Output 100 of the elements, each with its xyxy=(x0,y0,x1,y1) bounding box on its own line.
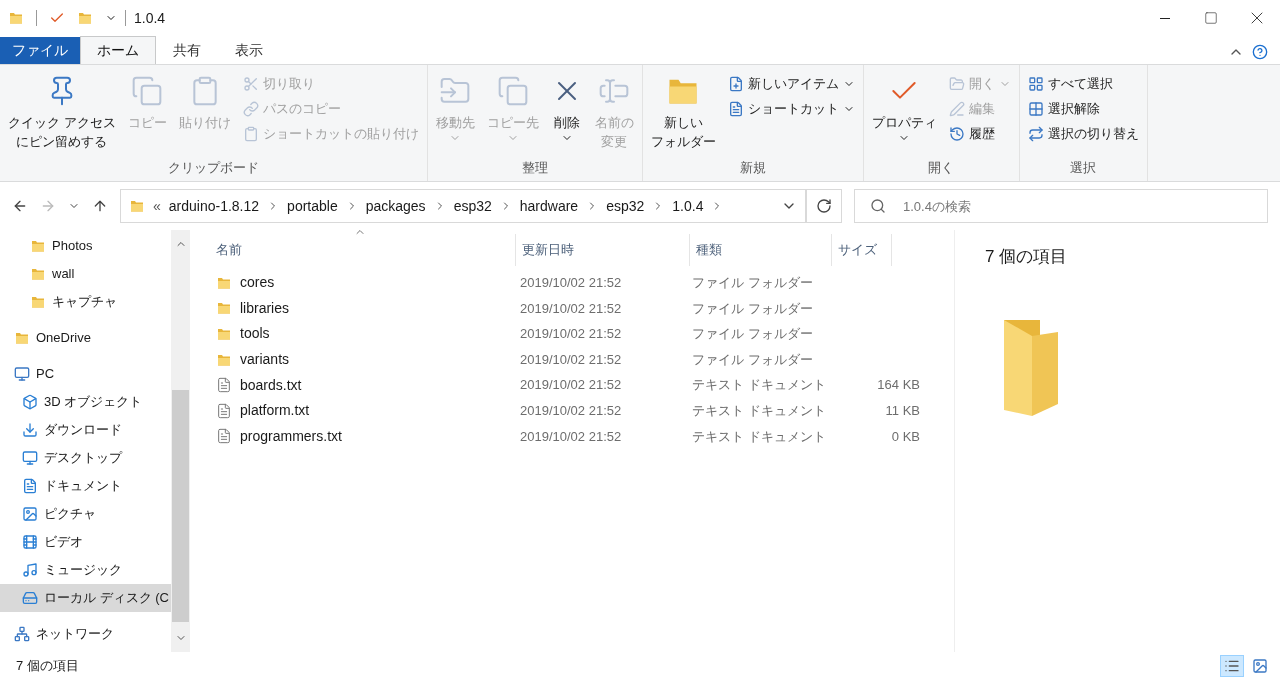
modified-cell-text: 2019/10/02 21:52 xyxy=(519,274,623,293)
modified-cell-text: 2019/10/02 21:52 xyxy=(519,325,623,344)
group-label: 新規 xyxy=(738,158,767,177)
type-cell-text: ファイル フォルダー xyxy=(691,274,814,293)
ribbon-button[interactable]: クイック アクセス にピン留めする xyxy=(4,69,120,158)
folder-icon xyxy=(30,294,46,310)
ribbon-button[interactable]: プロパティ xyxy=(867,69,941,158)
folder-icon xyxy=(216,326,232,342)
nav-icon xyxy=(22,394,38,410)
file-row[interactable]: variants 2019/10/02 21:52 ファイル フォルダー xyxy=(210,346,954,373)
nav-item[interactable]: ドキュメント xyxy=(0,472,171,500)
nav-item[interactable]: ネットワーク xyxy=(0,620,171,648)
details-icon xyxy=(1224,658,1240,674)
back-icon[interactable] xyxy=(12,198,28,214)
ribbon-button[interactable]: 選択の切り替え xyxy=(1023,123,1143,145)
scissors-icon xyxy=(242,76,259,92)
nav-item[interactable]: wall xyxy=(0,260,171,288)
up-icon[interactable] xyxy=(92,198,108,214)
ribbon-button[interactable]: 選択解除 xyxy=(1023,98,1143,120)
scrollbar[interactable] xyxy=(171,230,190,652)
breadcrumb[interactable]: portable xyxy=(287,195,338,217)
file-row[interactable]: programmers.txt 2019/10/02 21:52 テキスト ドキュメント 0 KB xyxy=(210,423,954,450)
column-header[interactable]: 名前 xyxy=(210,234,516,266)
forward-icon[interactable] xyxy=(40,198,56,214)
nav-item[interactable]: OneDrive xyxy=(0,324,171,352)
folder-icon xyxy=(14,330,30,346)
network-icon xyxy=(14,626,30,642)
pc-icon xyxy=(14,366,30,382)
file-name: platform.txt xyxy=(240,401,310,421)
type-cell-text: ファイル フォルダー xyxy=(691,350,814,369)
breadcrumb[interactable]: arduino-1.8.12 xyxy=(168,195,260,217)
nav-item[interactable]: デスクトップ xyxy=(0,444,171,472)
type-cell-text: テキスト ドキュメント xyxy=(691,402,827,420)
modified-cell-text: 2019/10/02 21:52 xyxy=(519,350,623,369)
nav-icon xyxy=(22,562,38,578)
ribbon-button[interactable]: すべて選択 xyxy=(1023,73,1143,95)
file-name: tools xyxy=(240,324,270,344)
new-folder-icon xyxy=(77,10,93,26)
modified-cell-text: 2019/10/02 21:52 xyxy=(519,427,623,446)
file-name: cores xyxy=(240,273,275,293)
modified-cell-text: 2019/10/02 21:52 xyxy=(519,299,623,318)
column-header[interactable]: サイズ xyxy=(832,234,892,266)
file-row[interactable]: cores 2019/10/02 21:52 ファイル フォルダー xyxy=(210,270,954,296)
column-header[interactable]: 種類 xyxy=(690,234,832,266)
nav-icon xyxy=(22,478,38,494)
history-icon xyxy=(948,126,965,142)
nav-item[interactable]: ローカル ディスク (C xyxy=(0,584,171,612)
file-tab[interactable]: ファイル xyxy=(0,37,80,64)
folder-icon xyxy=(30,266,46,282)
invert-selection-icon xyxy=(1027,126,1044,142)
column-header[interactable]: 更新日時 xyxy=(516,234,690,266)
file-row[interactable]: boards.txt 2019/10/02 21:52 テキスト ドキュメント 164 KB xyxy=(210,372,954,398)
nav-item[interactable]: ミュージック xyxy=(0,556,171,584)
nav-item[interactable]: ビデオ xyxy=(0,528,171,556)
ribbon-button[interactable]: 新しい フォルダー xyxy=(646,69,720,158)
breadcrumb[interactable]: esp32 xyxy=(453,195,492,217)
preview-title: 7 個の項目 xyxy=(985,246,1069,268)
size-cell-text: 0 KB xyxy=(890,427,920,446)
ribbon-button[interactable]: ショートカット xyxy=(723,98,859,120)
breadcrumb[interactable]: hardware xyxy=(519,195,579,217)
breadcrumb[interactable]: esp32 xyxy=(606,195,645,217)
nav-icon xyxy=(22,422,38,438)
nav-item[interactable]: ピクチャ xyxy=(0,500,171,528)
ribbon-tab[interactable]: ホーム xyxy=(80,36,156,64)
select-all-icon xyxy=(1027,76,1044,92)
refresh-icon xyxy=(816,198,832,214)
group-label: クリップボード xyxy=(166,158,260,177)
breadcrumb[interactable]: packages xyxy=(365,195,426,217)
text-file-icon xyxy=(216,428,232,445)
breadcrumb[interactable]: 1.0.4 xyxy=(672,195,704,217)
file-row[interactable]: libraries 2019/10/02 21:52 ファイル フォルダー xyxy=(210,295,954,322)
file-name: libraries xyxy=(240,298,289,318)
ribbon-button[interactable]: 新しいアイテム xyxy=(723,73,859,95)
ribbon-tab[interactable]: 共有 xyxy=(156,36,218,64)
ribbon-tab[interactable]: 表示 xyxy=(218,36,280,64)
image-icon xyxy=(1252,658,1268,674)
refresh-button[interactable] xyxy=(806,189,842,223)
overflow-chevron[interactable]: « xyxy=(153,195,161,217)
file-row[interactable]: tools 2019/10/02 21:52 ファイル フォルダー xyxy=(210,321,954,347)
group-label: 選択 xyxy=(1069,158,1098,177)
folder-icon xyxy=(216,300,232,317)
address-bar[interactable]: « arduino-1.8.12 portable packages esp32 hardware esp32 1.0.4 xyxy=(120,189,806,223)
details-view-button[interactable] xyxy=(1220,655,1244,677)
search-field[interactable]: 1.0.4の検索 xyxy=(854,189,1268,223)
nav-item[interactable]: ダウンロード xyxy=(0,416,171,444)
nav-item[interactable]: PC xyxy=(0,360,171,388)
nav-item[interactable]: キャプチャ xyxy=(0,288,171,316)
file-row[interactable]: platform.txt 2019/10/02 21:52 テキスト ドキュメント 11 KB xyxy=(210,397,954,424)
open-icon xyxy=(948,76,965,92)
ribbon-button[interactable]: 削除 xyxy=(546,69,587,158)
group-label: 整理 xyxy=(520,158,549,177)
nav-item[interactable]: Photos xyxy=(0,232,171,260)
nav-item[interactable]: 3D オブジェクト xyxy=(0,388,171,416)
help-icon[interactable] xyxy=(1252,44,1268,60)
type-cell-text: ファイル フォルダー xyxy=(691,299,814,318)
file-name: variants xyxy=(240,350,290,370)
folder-icon xyxy=(8,10,24,26)
folder-icon xyxy=(30,238,46,254)
file-name: boards.txt xyxy=(240,375,302,395)
ribbon-button[interactable]: 履歴 xyxy=(944,123,1015,145)
